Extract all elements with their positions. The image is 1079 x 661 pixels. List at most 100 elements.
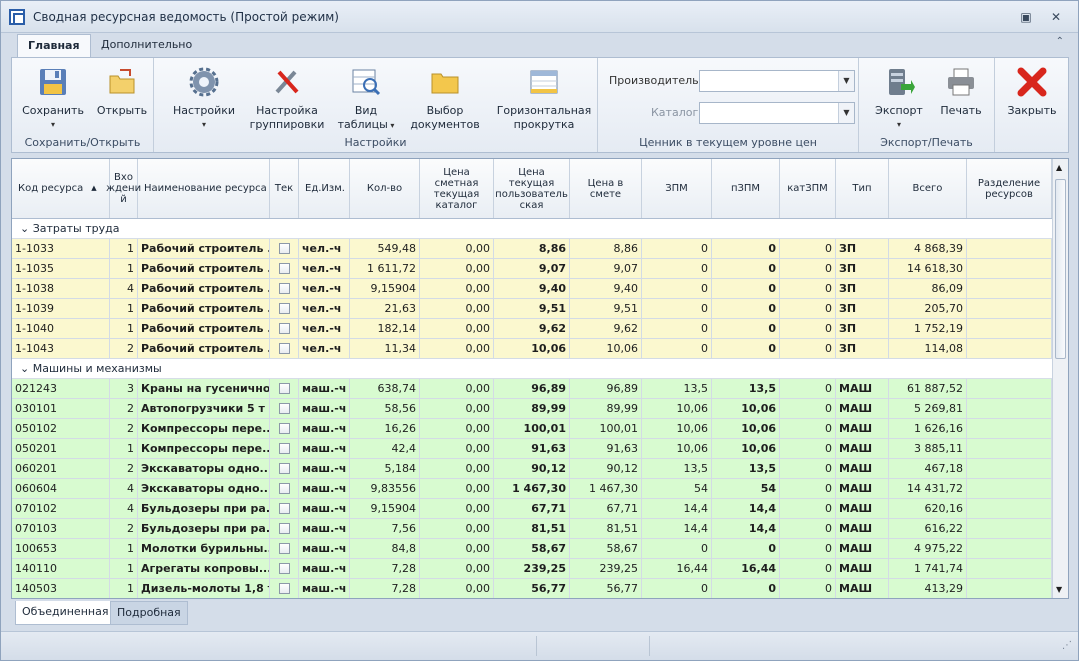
column-header[interactable]: катЗПМ — [780, 159, 836, 218]
current-checkbox[interactable] — [278, 243, 290, 254]
column-header[interactable]: Разделение ресурсов — [967, 159, 1052, 218]
catalog-combo[interactable]: ▼ — [699, 102, 855, 124]
cell-chk[interactable] — [270, 499, 299, 518]
group-row[interactable]: ⌄ Машины и механизмы — [12, 359, 1052, 379]
column-header[interactable]: Ед.Изм. — [299, 159, 350, 218]
column-header[interactable]: ЗПМ — [642, 159, 712, 218]
current-checkbox[interactable] — [278, 303, 290, 314]
cell-chk[interactable] — [270, 379, 299, 398]
cell-cnt: 4 — [110, 499, 138, 518]
cell-chk[interactable] — [270, 279, 299, 298]
table-row[interactable]: 100653 1 Молотки бурильны... маш.-ч 84,8 0,00… — [12, 539, 1052, 559]
save-button[interactable]: Сохранить ▾ — [18, 62, 88, 132]
current-checkbox[interactable] — [278, 463, 290, 474]
current-checkbox[interactable] — [278, 323, 290, 334]
cell-chk[interactable] — [270, 559, 299, 578]
current-checkbox[interactable] — [278, 423, 290, 434]
table-row[interactable]: 1-1039 1 Рабочий строитель ... чел.-ч 21,63 0… — [12, 299, 1052, 319]
cell-chk[interactable] — [270, 439, 299, 458]
cell-chk[interactable] — [270, 239, 299, 258]
cell-chk[interactable] — [270, 319, 299, 338]
cell-chk[interactable] — [270, 459, 299, 478]
resize-grip-icon[interactable]: ⋰ — [1062, 640, 1072, 651]
group-row[interactable]: ⌄ Затраты труда — [12, 219, 1052, 239]
close-window-icon[interactable]: ✕ — [1046, 8, 1066, 26]
table-row[interactable]: 140110 1 Агрегаты копровы... маш.-ч 7,28 0,00… — [12, 559, 1052, 579]
current-checkbox[interactable] — [278, 563, 290, 574]
column-header[interactable]: Код ресурса ▲ — [12, 159, 110, 218]
table-row[interactable]: 050201 1 Компрессоры пере... маш.-ч 42,4 0,00… — [12, 439, 1052, 459]
tab-detailed[interactable]: Подробная — [110, 601, 188, 625]
column-header[interactable]: Тек — [270, 159, 299, 218]
column-header[interactable]: Всего — [889, 159, 967, 218]
chevron-down-icon[interactable]: ▼ — [838, 103, 854, 123]
ribbon-collapse-icon[interactable]: ⌃ — [1056, 36, 1064, 47]
select-documents-button[interactable]: Выбор документов — [404, 62, 486, 132]
cell-chk[interactable] — [270, 299, 299, 318]
table-row[interactable]: 050102 2 Компрессоры пере... маш.-ч 16,26 0,0… — [12, 419, 1052, 439]
table-row[interactable]: 030101 2 Автопогрузчики 5 т маш.-ч 58,56 0,00… — [12, 399, 1052, 419]
table-row[interactable]: 021243 3 Краны на гусенично... маш.-ч 638,74… — [12, 379, 1052, 399]
scroll-thumb[interactable] — [1055, 179, 1066, 359]
table-row[interactable]: 1-1033 1 Рабочий строитель ... чел.-ч 549,48… — [12, 239, 1052, 259]
tab-combined[interactable]: Объединенная — [15, 601, 116, 625]
current-checkbox[interactable] — [278, 343, 290, 354]
tools-icon — [271, 66, 303, 98]
table-row[interactable]: 1-1035 1 Рабочий строитель ... чел.-ч 1 611,… — [12, 259, 1052, 279]
close-button[interactable]: Закрыть — [1001, 62, 1063, 118]
print-button[interactable]: Печать — [933, 62, 989, 118]
column-header[interactable]: пЗПМ — [712, 159, 780, 218]
column-header[interactable]: Цена в смете — [570, 159, 642, 218]
current-checkbox[interactable] — [278, 543, 290, 554]
export-button[interactable]: Экспорт ▾ — [869, 62, 929, 132]
expand-icon[interactable]: ⌄ — [20, 362, 33, 375]
scroll-up-icon[interactable]: ▲ — [1056, 163, 1062, 172]
tab-additional[interactable]: Дополнительно — [91, 34, 202, 57]
expand-icon[interactable]: ⌄ — [20, 222, 33, 235]
cell-chk[interactable] — [270, 339, 299, 358]
current-checkbox[interactable] — [278, 383, 290, 394]
horizontal-scroll-button[interactable]: Горизонтальная прокрутка — [492, 62, 596, 132]
current-checkbox[interactable] — [278, 263, 290, 274]
scroll-down-icon[interactable]: ▼ — [1056, 585, 1062, 594]
cell-chk[interactable] — [270, 259, 299, 278]
table-row[interactable]: 140503 1 Дизель-молоты 1,8 т маш.-ч 7,28 0,00… — [12, 579, 1052, 598]
table-row[interactable]: 070103 2 Бульдозеры при ра... маш.-ч 7,56 0,0… — [12, 519, 1052, 539]
open-button[interactable]: Открыть — [92, 62, 152, 118]
cell-unit: маш.-ч — [299, 459, 350, 478]
column-header[interactable]: Цена сметная текущая каталог — [420, 159, 494, 218]
vertical-scrollbar[interactable]: ▲ ▼ — [1052, 159, 1068, 598]
cell-chk[interactable] — [270, 539, 299, 558]
table-row[interactable]: 060604 4 Экскаваторы одно... маш.-ч 9,83556 0… — [12, 479, 1052, 499]
current-checkbox[interactable] — [278, 503, 290, 514]
current-checkbox[interactable] — [278, 583, 290, 594]
cell-chk[interactable] — [270, 399, 299, 418]
cell-chk[interactable] — [270, 579, 299, 598]
grouping-settings-button[interactable]: Настройка группировки — [246, 62, 328, 132]
cell-chk[interactable] — [270, 479, 299, 498]
tab-main[interactable]: Главная — [17, 34, 91, 57]
table-row[interactable]: 070102 4 Бульдозеры при ра... маш.-ч 9,15904… — [12, 499, 1052, 519]
chevron-down-icon[interactable]: ▼ — [838, 71, 854, 91]
table-view-button[interactable]: Вид таблицы ▾ — [334, 62, 398, 133]
table-row[interactable]: 1-1038 4 Рабочий строитель ... чел.-ч 9,1590… — [12, 279, 1052, 299]
table-row[interactable]: 060201 2 Экскаваторы одно... маш.-ч 5,184 0,0… — [12, 459, 1052, 479]
current-checkbox[interactable] — [278, 403, 290, 414]
column-header[interactable]: Вхо ждени й — [106, 159, 141, 218]
restore-icon[interactable]: ▣ — [1016, 8, 1036, 26]
table-row[interactable]: 1-1043 2 Рабочий строитель ... чел.-ч 11,34 0… — [12, 339, 1052, 359]
table-row[interactable]: 1-1040 1 Рабочий строитель ... чел.-ч 182,14… — [12, 319, 1052, 339]
column-header[interactable]: Тип — [836, 159, 889, 218]
current-checkbox[interactable] — [278, 443, 290, 454]
column-header[interactable]: Цена текущая пользователь ская — [494, 159, 570, 218]
column-header[interactable]: Кол-во — [350, 159, 420, 218]
cell-chk[interactable] — [270, 519, 299, 538]
current-checkbox[interactable] — [278, 283, 290, 294]
current-checkbox[interactable] — [278, 523, 290, 534]
settings-button[interactable]: Настройки ▾ — [168, 62, 240, 132]
current-checkbox[interactable] — [278, 483, 290, 494]
manufacturer-combo[interactable]: ▼ — [699, 70, 855, 92]
column-header[interactable]: Наименование ресурса — [138, 159, 270, 218]
cell-chk[interactable] — [270, 419, 299, 438]
cell-p1: 0,00 — [420, 479, 494, 498]
